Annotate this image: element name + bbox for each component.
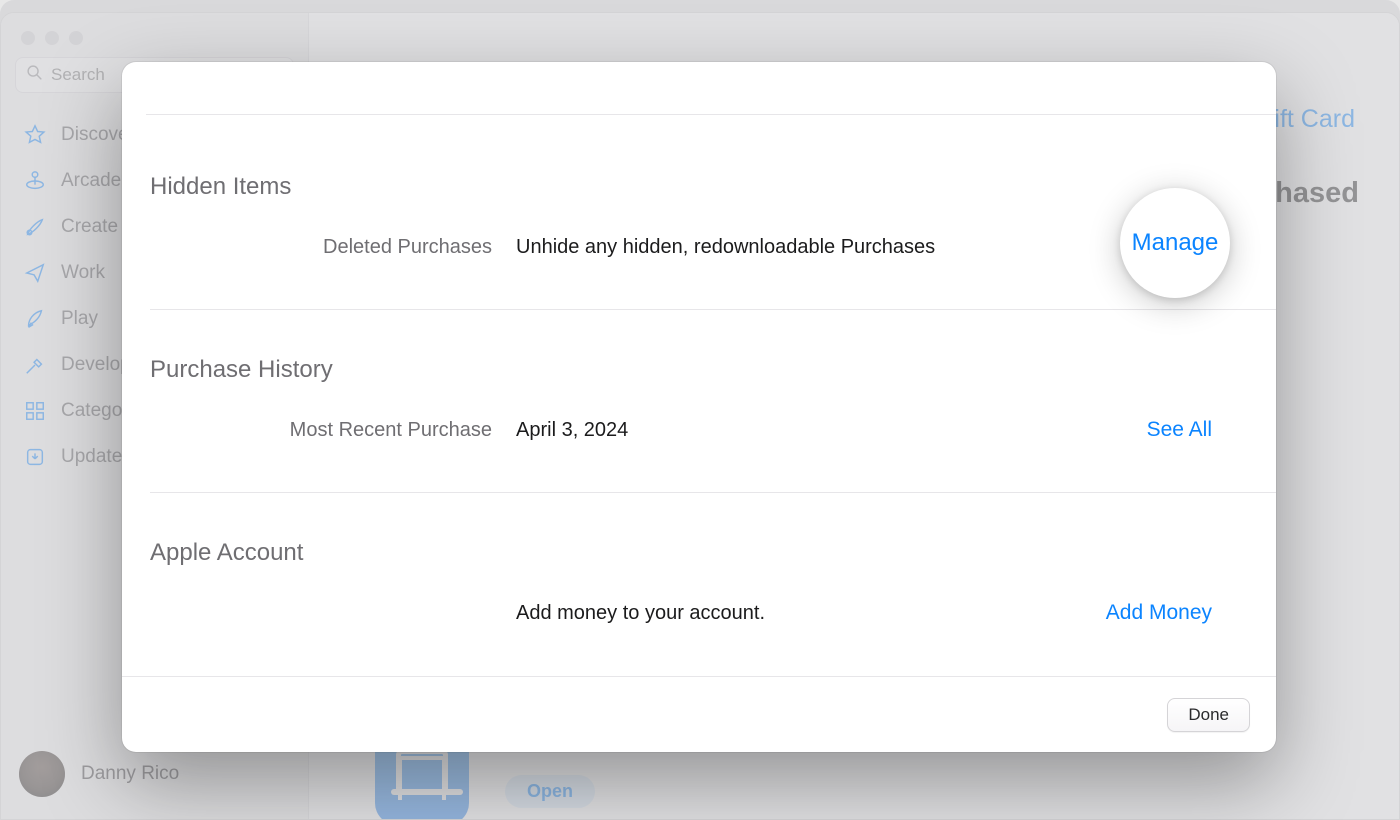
row-value: Add money to your account.: [516, 602, 1024, 625]
manage-hidden-items-button[interactable]: Manage: [1120, 188, 1230, 298]
sheet-body: Hidden Items Deleted Purchases Unhide an…: [122, 62, 1276, 676]
section-apple-account: Apple Account Add money to your account.…: [150, 539, 1248, 633]
add-money-link[interactable]: Add Money: [1048, 601, 1248, 625]
manage-label: Manage: [1132, 229, 1219, 257]
section-title-hidden-items: Hidden Items: [150, 173, 1248, 201]
row-value: April 3, 2024: [516, 419, 1024, 442]
row-add-money: Add money to your account. Add Money: [150, 593, 1248, 633]
row-most-recent-purchase: Most Recent Purchase April 3, 2024 See A…: [150, 410, 1248, 450]
row-label: Most Recent Purchase: [150, 419, 492, 442]
section-hidden-items: Hidden Items Deleted Purchases Unhide an…: [150, 173, 1248, 267]
divider: [146, 114, 1276, 115]
row-deleted-purchases: Deleted Purchases Unhide any hidden, red…: [150, 227, 1248, 267]
row-label: Deleted Purchases: [150, 236, 492, 259]
divider: [150, 309, 1276, 310]
see-all-link[interactable]: See All: [1048, 418, 1248, 442]
sheet-footer: Done: [122, 676, 1276, 752]
section-title-purchase-history: Purchase History: [150, 356, 1248, 384]
account-settings-sheet: Hidden Items Deleted Purchases Unhide an…: [122, 62, 1276, 752]
row-value: Unhide any hidden, redownloadable Purcha…: [516, 236, 1024, 259]
done-button[interactable]: Done: [1167, 698, 1250, 732]
section-purchase-history: Purchase History Most Recent Purchase Ap…: [150, 356, 1248, 450]
divider: [150, 492, 1276, 493]
section-title-apple-account: Apple Account: [150, 539, 1248, 567]
